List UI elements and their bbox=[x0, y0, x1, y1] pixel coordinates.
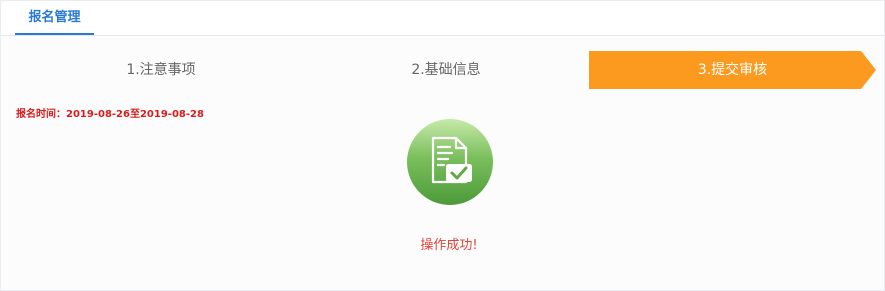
success-message: 操作成功! bbox=[420, 238, 478, 253]
tab-bar: 报名管理 bbox=[1, 1, 884, 36]
step-basic-info: 2.基础信息 bbox=[411, 62, 481, 78]
registration-time: 报名时间：2019-08-26至2019-08-28 bbox=[16, 109, 204, 120]
tab-registration-management[interactable]: 报名管理 bbox=[15, 1, 94, 35]
step-notes: 1.注意事项 bbox=[126, 62, 196, 78]
page-frame: 报名管理 1.注意事项 2.基础信息 3.提交审核 报名时间：2019-08-2… bbox=[0, 0, 885, 291]
step-submit-review: 3.提交审核 bbox=[589, 51, 876, 89]
progress-steps: 1.注意事项 2.基础信息 3.提交审核 bbox=[1, 51, 885, 89]
document-check-icon bbox=[407, 119, 493, 205]
